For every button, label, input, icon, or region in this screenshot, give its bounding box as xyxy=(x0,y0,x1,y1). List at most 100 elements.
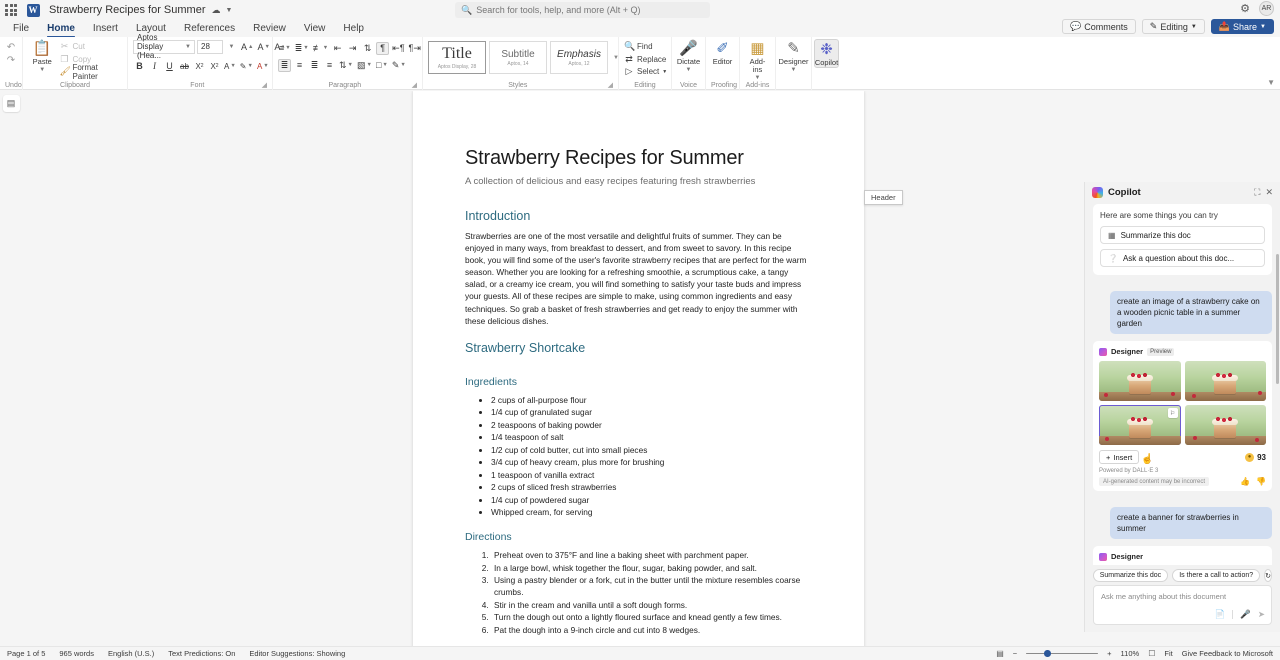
flag-icon[interactable]: ⚐ xyxy=(1168,408,1178,418)
page-count[interactable]: Page 1 of 5 xyxy=(7,649,45,658)
redo-arrow-icon[interactable]: ↷ xyxy=(7,55,15,66)
document-body[interactable]: Strawberry Recipes for Summer A collecti… xyxy=(413,91,864,636)
decrease-indent-icon[interactable]: ⇤ xyxy=(331,42,344,55)
find-button[interactable]: 🔍 Find xyxy=(624,41,667,52)
chip-summarize-this-doc[interactable]: Summarize this doc xyxy=(1093,569,1168,582)
text-predictions-status[interactable]: Text Predictions: On xyxy=(168,649,235,658)
numbered-list-icon[interactable]: ≣▼ xyxy=(294,42,310,55)
expand-pane-icon[interactable]: ⛶ xyxy=(1254,187,1260,198)
style-title[interactable]: Title Aptos Display, 28 xyxy=(428,41,486,74)
editor-button[interactable]: ✐ Editor xyxy=(711,39,734,66)
dialog-launcher-icon[interactable]: ◢ xyxy=(262,81,267,90)
addins-button[interactable]: ▦ Add-ins ▼ xyxy=(745,39,770,81)
paragraph-marks-icon[interactable]: ¶ xyxy=(376,42,389,55)
font-name-combobox[interactable]: Aptos Display (Hea... ▼ xyxy=(133,40,195,54)
zoom-slider-knob[interactable] xyxy=(1044,650,1051,657)
search-input[interactable]: 🔍 Search for tools, help, and more (Alt … xyxy=(455,2,710,18)
ribbon-collapse-icon[interactable]: ▼ xyxy=(1267,78,1275,87)
avatar[interactable]: AR xyxy=(1259,1,1274,16)
increase-indent-icon[interactable]: ⇥ xyxy=(346,42,359,55)
line-spacing-icon[interactable]: ⇅▼ xyxy=(338,59,354,72)
format-painter-button[interactable]: 🖌 Format Painter xyxy=(59,66,122,77)
close-icon[interactable]: ✕ xyxy=(1265,187,1273,198)
borders-icon[interactable]: □▼ xyxy=(375,59,389,72)
suggestion-summarize-this-doc[interactable]: ▦ Summarize this doc xyxy=(1100,226,1265,244)
superscript-icon[interactable]: X2 xyxy=(208,60,221,73)
app-launcher-waffle-icon[interactable] xyxy=(0,4,22,16)
gear-icon[interactable]: ⚙ xyxy=(1240,2,1250,15)
font-size-combobox[interactable]: 28 xyxy=(197,40,223,54)
dialog-launcher-icon[interactable]: ◢ xyxy=(608,81,613,90)
dialog-launcher-icon[interactable]: ◢ xyxy=(412,81,417,90)
attach-doc-icon[interactable]: 📄 xyxy=(1215,609,1226,620)
subscript-icon[interactable]: X2 xyxy=(193,60,206,73)
cut-button[interactable]: ✂ Cut xyxy=(59,41,122,52)
zoom-slider[interactable] xyxy=(1026,653,1098,655)
tab-view[interactable]: View xyxy=(295,20,335,37)
word-count[interactable]: 965 words xyxy=(59,649,94,658)
tab-references[interactable]: References xyxy=(175,20,244,37)
copilot-conversation[interactable]: Here are some things you can try ▦ Summa… xyxy=(1085,202,1280,565)
tab-home[interactable]: Home xyxy=(38,20,84,37)
insert-button[interactable]: + Insert xyxy=(1099,450,1139,464)
shrink-font-icon[interactable]: A▼ xyxy=(256,40,270,53)
multilevel-list-icon[interactable]: ≢▼ xyxy=(312,42,329,55)
scrollbar[interactable] xyxy=(1276,254,1279,384)
refresh-icon[interactable]: ↻ xyxy=(1264,569,1272,582)
undo-arrow-icon[interactable]: ↶ xyxy=(7,42,15,53)
style-emphasis[interactable]: Emphasis Aptos, 12 xyxy=(550,41,608,74)
styles-pane-icon[interactable]: ✎▼ xyxy=(391,59,407,72)
document-canvas[interactable]: Strawberry Recipes for Summer A collecti… xyxy=(0,91,1084,646)
shading-icon[interactable]: ▧▼ xyxy=(356,59,373,72)
justify-icon[interactable]: ≡ xyxy=(323,59,336,72)
select-button[interactable]: ▷ Select ▼ xyxy=(624,66,667,77)
zoom-in-button[interactable]: + xyxy=(1107,649,1111,658)
feedback-link[interactable]: Give Feedback to Microsoft xyxy=(1182,649,1273,658)
microphone-icon[interactable]: 🎤 xyxy=(1240,609,1251,620)
thumbs-up-icon[interactable]: 👍 xyxy=(1240,477,1250,486)
grow-font-icon[interactable]: A▲ xyxy=(240,40,254,53)
header-tag[interactable]: Header xyxy=(864,190,903,205)
generated-image-1[interactable] xyxy=(1099,361,1181,401)
paste-button[interactable]: 📋 Paste ▼ xyxy=(28,39,56,73)
generated-image-4[interactable] xyxy=(1185,405,1267,445)
tab-help[interactable]: Help xyxy=(334,20,373,37)
italic-button[interactable]: I xyxy=(148,60,161,73)
highlight-icon[interactable]: ✎▼ xyxy=(239,60,254,73)
document-page-1[interactable]: Strawberry Recipes for Summer A collecti… xyxy=(413,91,864,646)
read-view-icon[interactable]: ▤ xyxy=(996,649,1004,658)
style-subtitle[interactable]: Subtitle Aptos, 14 xyxy=(489,41,547,74)
fit-icon[interactable]: ☐ xyxy=(1148,649,1155,658)
thumbs-down-icon[interactable]: 👎 xyxy=(1256,477,1266,486)
comments-button[interactable]: 💬 Comments xyxy=(1062,19,1136,34)
zoom-level[interactable]: 110% xyxy=(1121,649,1140,658)
send-icon[interactable]: ➤ xyxy=(1258,609,1265,620)
share-button[interactable]: 📤 Share ▼ xyxy=(1211,19,1274,34)
underline-button[interactable]: U xyxy=(163,60,176,73)
bold-button[interactable]: B xyxy=(133,60,146,73)
chip-call-to-action[interactable]: Is there a call to action? xyxy=(1172,569,1260,582)
cloud-sync-icon[interactable]: ☁ xyxy=(212,5,221,16)
editor-suggestions-status[interactable]: Editor Suggestions: Showing xyxy=(249,649,345,658)
editing-mode-button[interactable]: ✎ Editing ▼ xyxy=(1142,19,1205,34)
left-to-right-icon[interactable]: ⇤¶ xyxy=(391,42,405,55)
align-left-icon[interactable]: ≣ xyxy=(278,59,291,72)
clear-formatting-icon[interactable]: A▼ xyxy=(223,60,237,73)
chevron-down-icon[interactable]: ▼ xyxy=(225,40,238,53)
dictate-button[interactable]: 🎤 Dictate ▼ xyxy=(677,39,700,73)
zoom-out-button[interactable]: − xyxy=(1013,649,1017,658)
copilot-input[interactable]: Ask me anything about this document 📄 🎤 … xyxy=(1093,585,1272,625)
tab-review[interactable]: Review xyxy=(244,20,295,37)
font-color-icon[interactable]: A▼ xyxy=(256,60,270,73)
language[interactable]: English (U.S.) xyxy=(108,649,154,658)
replace-button[interactable]: ⇄ Replace xyxy=(624,54,667,65)
align-center-icon[interactable]: ≡ xyxy=(293,59,306,72)
align-right-icon[interactable]: ≣ xyxy=(308,59,321,72)
copilot-button[interactable]: ❉ Copilot xyxy=(814,39,839,68)
suggestion-ask-a-question[interactable]: ❔ Ask a question about this doc... xyxy=(1100,249,1265,267)
document-title[interactable]: Strawberry Recipes for Summer xyxy=(49,4,206,16)
tab-file[interactable]: File xyxy=(4,20,38,37)
generated-image-3-selected[interactable]: ⚐ xyxy=(1099,405,1181,445)
bullet-list-icon[interactable]: ≡▼ xyxy=(278,42,292,55)
sort-icon[interactable]: ⇅ xyxy=(361,42,374,55)
